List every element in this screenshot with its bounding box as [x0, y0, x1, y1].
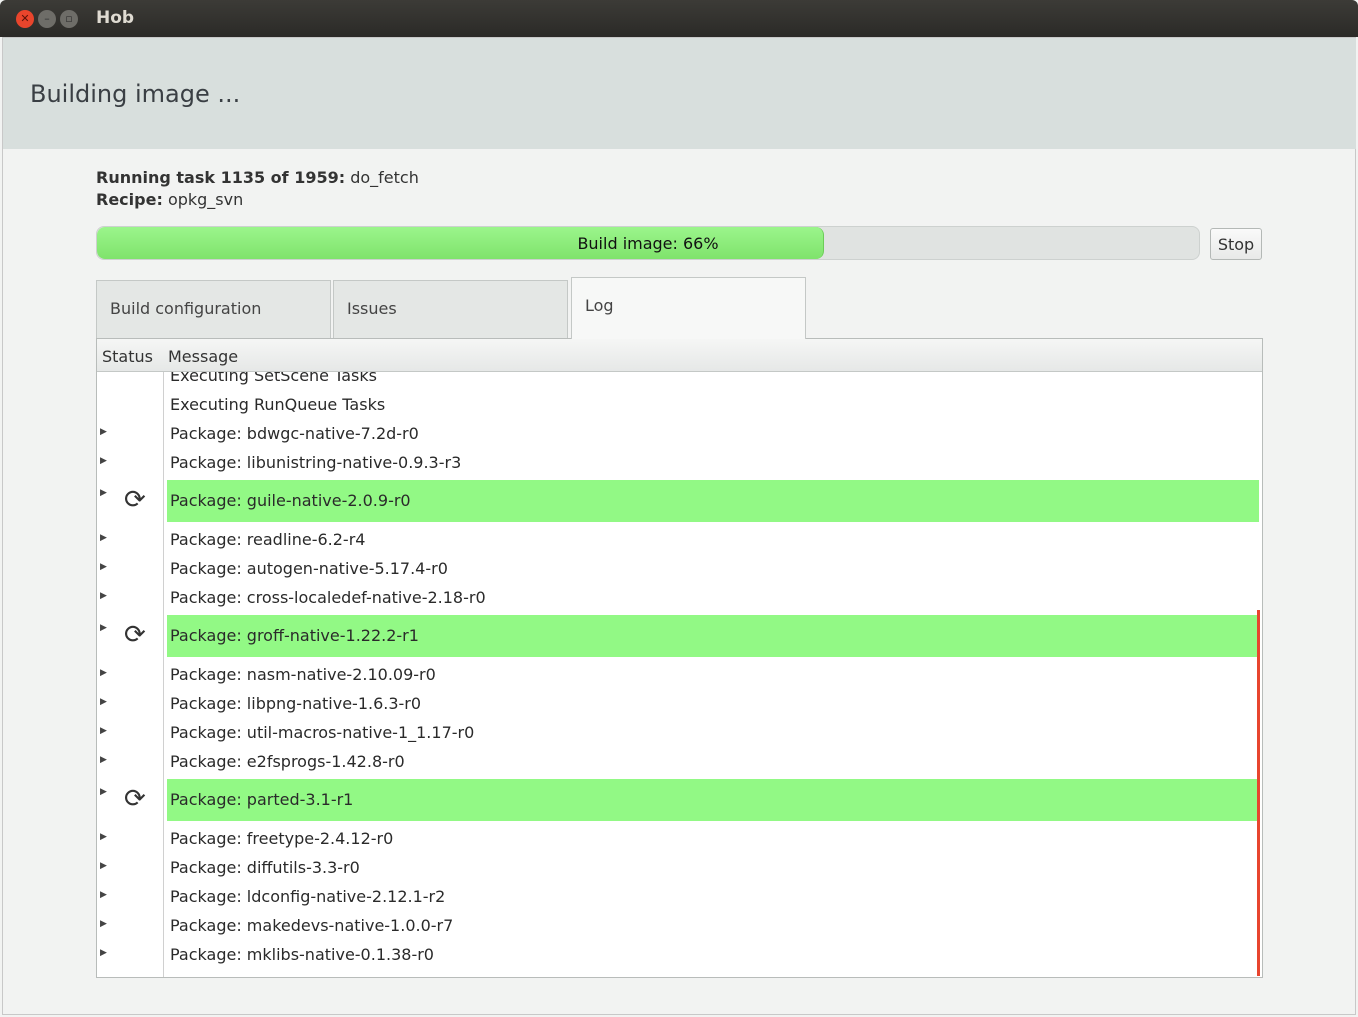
table-row[interactable]: ▶ ⟳ Package: groff-native-1.22.2-r1: [97, 615, 1262, 657]
log-message: Package: parted-3.1-r1: [167, 779, 1259, 821]
log-message: Package: mklibs-native-0.1.38-r0: [170, 945, 434, 964]
log-message: Executing RunQueue Tasks: [170, 395, 386, 414]
log-message: Package: util-macros-native-1_1.17-r0: [170, 723, 475, 742]
maximize-window-button[interactable]: ▫: [60, 10, 78, 28]
task-value: do_fetch: [350, 168, 419, 187]
tab-log[interactable]: Log: [571, 277, 806, 339]
expander-arrow-icon[interactable]: ▶: [100, 832, 107, 842]
table-row[interactable]: ▶ Package: makedevs-native-1.0.0-r7: [97, 911, 1262, 940]
progress-label: Build image: 66%: [577, 234, 719, 253]
log-message: Package: ldconfig-native-2.12.1-r2: [170, 887, 446, 906]
table-row[interactable]: ▶ ⟳ Package: parted-3.1-r1: [97, 779, 1262, 821]
table-row[interactable]: ▶ Package: ldconfig-native-2.12.1-r2: [97, 882, 1262, 911]
window-title: Hob: [96, 8, 135, 28]
build-progress-bar: Build image: 66%: [96, 226, 1200, 260]
table-header: Status Message: [97, 339, 1262, 372]
table-row[interactable]: ▶ Package: mklibs-native-0.1.38-r0: [97, 940, 1262, 969]
log-message: Package: autogen-native-5.17.4-r0: [170, 559, 448, 578]
task-label: Running task 1135 of 1959:: [96, 168, 346, 187]
table-row[interactable]: ▶ Package: nasm-native-2.10.09-r0: [97, 660, 1262, 689]
running-refresh-icon: ⟳: [124, 620, 146, 650]
table-row[interactable]: ▶ Package: createrepo-native-0.4.11-r9: [97, 969, 1262, 978]
expander-arrow-icon[interactable]: ▶: [100, 861, 107, 871]
column-divider: [163, 339, 164, 977]
column-header-message[interactable]: Message: [168, 347, 238, 366]
log-message: Package: libpng-native-1.6.3-r0: [170, 694, 422, 713]
page-title: Building image ...: [30, 80, 241, 108]
table-row[interactable]: ▶ Package: libpng-native-1.6.3-r0: [97, 689, 1262, 718]
log-message: Package: makedevs-native-1.0.0-r7: [170, 916, 454, 935]
log-message: Package: guile-native-2.0.9-r0: [167, 480, 1259, 522]
recipe-label: Recipe:: [96, 190, 163, 209]
title-bar: ✕ – ▫ Hob: [0, 0, 1358, 37]
expander-arrow-icon[interactable]: ▶: [100, 755, 107, 765]
table-row[interactable]: ▶ ⟳ Package: guile-native-2.0.9-r0: [97, 480, 1262, 522]
table-row[interactable]: ▶ Package: freetype-2.4.12-r0: [97, 824, 1262, 853]
close-window-button[interactable]: ✕: [16, 10, 34, 28]
running-refresh-icon: ⟳: [124, 485, 146, 515]
expander-arrow-icon[interactable]: ▶: [100, 948, 107, 958]
table-row[interactable]: ▶ Package: util-macros-native-1_1.17-r0: [97, 718, 1262, 747]
expander-arrow-icon[interactable]: ▶: [100, 919, 107, 929]
minimize-window-button[interactable]: –: [38, 10, 56, 28]
log-message: Package: e2fsprogs-1.42.8-r0: [170, 752, 405, 771]
table-row[interactable]: Executing RunQueue Tasks: [97, 390, 1262, 419]
expander-arrow-icon[interactable]: ▶: [100, 456, 107, 466]
running-task-line: Running task 1135 of 1959: do_fetch: [96, 168, 419, 187]
expander-arrow-icon[interactable]: ▶: [100, 726, 107, 736]
expander-arrow-icon[interactable]: ▶: [100, 977, 107, 978]
expander-arrow-icon[interactable]: ▶: [100, 488, 107, 498]
table-row[interactable]: ▶ Package: e2fsprogs-1.42.8-r0: [97, 747, 1262, 776]
expander-arrow-icon[interactable]: ▶: [100, 427, 107, 437]
log-message: Package: diffutils-3.3-r0: [170, 858, 360, 877]
column-header-status[interactable]: Status: [102, 347, 153, 366]
tab-issues[interactable]: Issues: [333, 280, 568, 338]
table-row[interactable]: ▶ Package: cross-localedef-native-2.18-r0: [97, 583, 1262, 612]
expander-arrow-icon[interactable]: ▶: [100, 697, 107, 707]
expander-arrow-icon[interactable]: ▶: [100, 533, 107, 543]
recipe-value: opkg_svn: [167, 190, 244, 209]
table-row[interactable]: ▶ Package: autogen-native-5.17.4-r0: [97, 554, 1262, 583]
expander-arrow-icon[interactable]: ▶: [100, 668, 107, 678]
table-row[interactable]: ▶ Package: bdwgc-native-7.2d-r0: [97, 419, 1262, 448]
expander-arrow-icon[interactable]: ▶: [100, 890, 107, 900]
table-row[interactable]: ▶ Package: readline-6.2-r4: [97, 525, 1262, 554]
scroll-indicator[interactable]: [1257, 610, 1260, 976]
log-message: Package: groff-native-1.22.2-r1: [167, 615, 1259, 657]
log-message: Package: readline-6.2-r4: [170, 530, 366, 549]
table-row[interactable]: ▶ Package: libunistring-native-0.9.3-r3: [97, 448, 1262, 477]
log-message: Package: freetype-2.4.12-r0: [170, 829, 394, 848]
expander-arrow-icon[interactable]: ▶: [100, 623, 107, 633]
log-message: Package: cross-localedef-native-2.18-r0: [170, 588, 486, 607]
log-message: Package: bdwgc-native-7.2d-r0: [170, 424, 419, 443]
log-table: Executing SetScene Tasks Executing RunQue…: [96, 338, 1263, 978]
expander-arrow-icon[interactable]: ▶: [100, 591, 107, 601]
expander-arrow-icon[interactable]: ▶: [100, 787, 107, 797]
running-refresh-icon: ⟳: [124, 784, 146, 814]
log-rows: Executing SetScene Tasks Executing RunQue…: [97, 361, 1262, 978]
log-message: Package: createrepo-native-0.4.11-r9: [167, 974, 1259, 977]
log-message: Package: libunistring-native-0.9.3-r3: [170, 453, 462, 472]
tab-build-configuration[interactable]: Build configuration: [96, 280, 331, 338]
stop-button[interactable]: Stop: [1210, 228, 1262, 260]
log-message: Package: nasm-native-2.10.09-r0: [170, 665, 436, 684]
expander-arrow-icon[interactable]: ▶: [100, 562, 107, 572]
recipe-line: Recipe: opkg_svn: [96, 190, 243, 209]
table-row[interactable]: ▶ Package: diffutils-3.3-r0: [97, 853, 1262, 882]
